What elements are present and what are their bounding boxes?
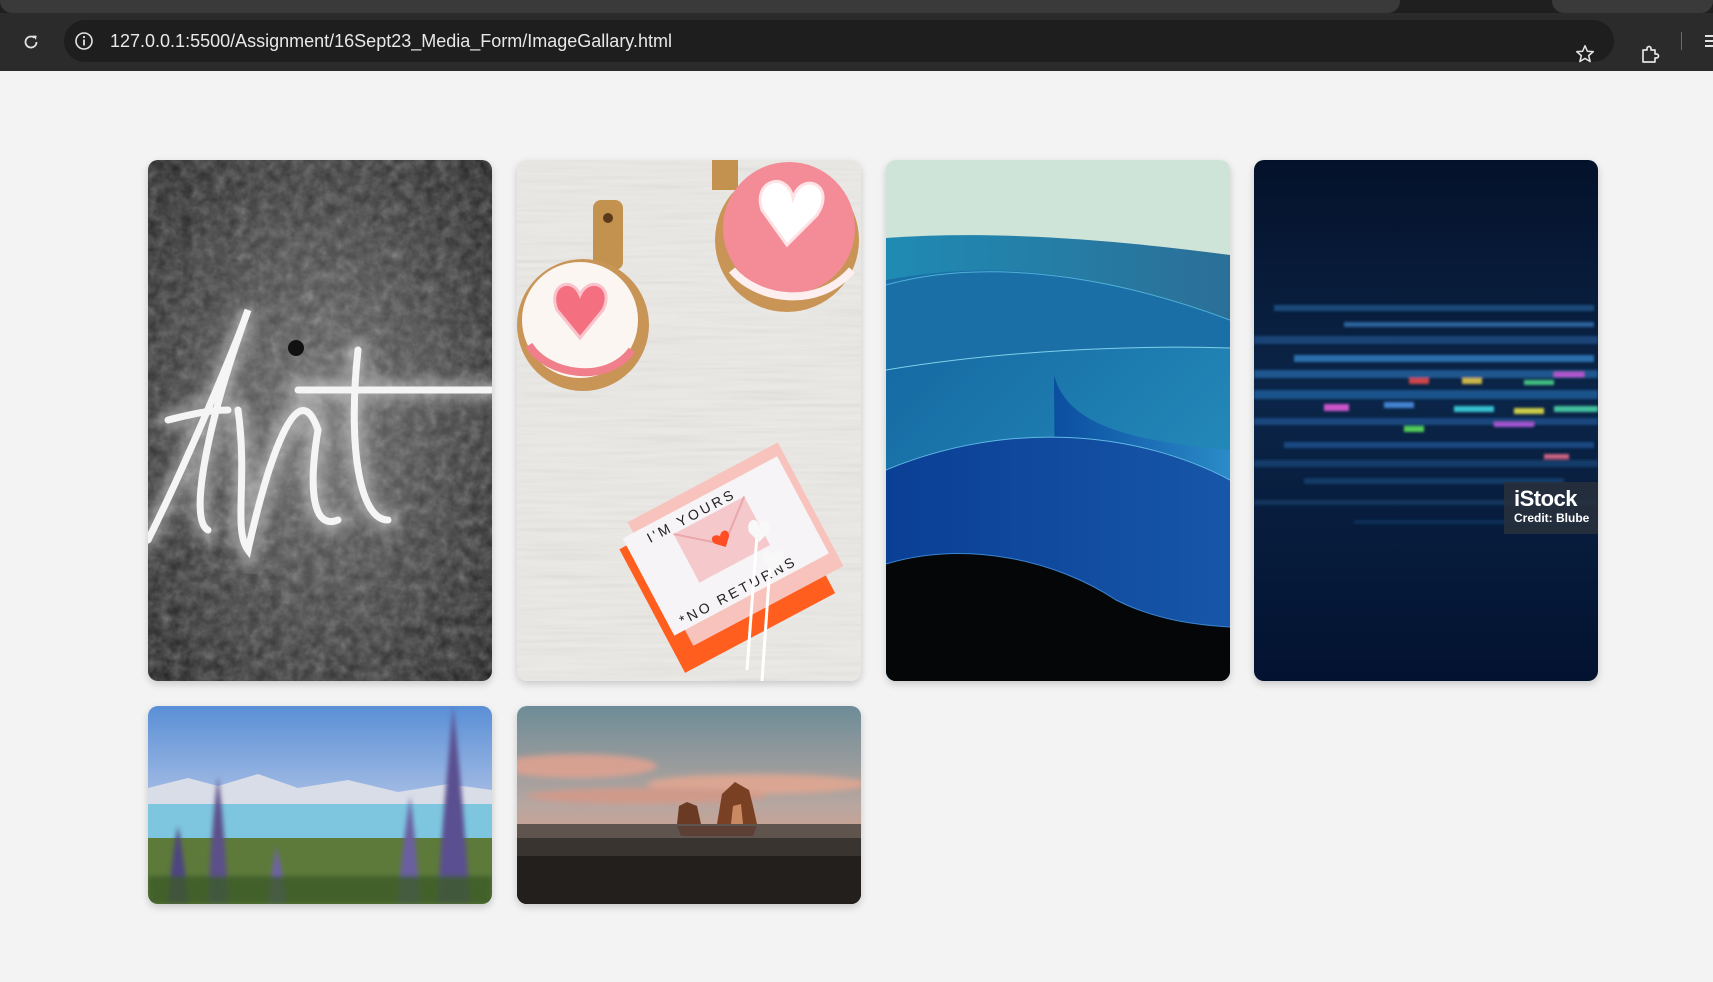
gallery-image-lake-lupines[interactable] [148, 706, 492, 904]
neon-art-image [148, 160, 492, 681]
gallery-image-cakes-valentine[interactable]: I'M YOURS *NO RETURNS [517, 160, 861, 681]
tab-strip [0, 0, 1713, 13]
digital-glitch-image [1254, 160, 1598, 681]
puzzle-icon [1642, 45, 1660, 63]
istock-logo: iStock [1514, 486, 1578, 511]
sunset-rocks-image [517, 706, 861, 904]
tab-strip-shape [0, 0, 1400, 13]
toolbar-divider [1681, 32, 1682, 50]
address-bar[interactable]: 127.0.0.1:5500/Assignment/16Sept23_Media… [64, 20, 1614, 62]
gallery-image-blue-waves[interactable] [886, 160, 1230, 681]
browser-toolbar: 127.0.0.1:5500/Assignment/16Sept23_Media… [0, 13, 1713, 71]
extensions-button[interactable] [1636, 40, 1664, 68]
tab-strip-shape-right [1552, 0, 1713, 13]
lake-lupines-image [148, 706, 492, 904]
gallery-image-digital-glitch[interactable]: iStock Credit: Blube [1254, 160, 1598, 681]
image-gallery: I'M YOURS *NO RETURNS iStock Credit: Blu… [0, 71, 1713, 982]
gallery-image-neon-art[interactable] [148, 160, 492, 681]
istock-watermark: iStock Credit: Blube [1504, 482, 1598, 534]
bookmark-button[interactable] [1572, 41, 1598, 67]
info-icon[interactable] [74, 31, 94, 51]
cakes-valentine-image: I'M YOURS *NO RETURNS [517, 160, 861, 681]
star-icon [1575, 44, 1595, 63]
url-text[interactable]: 127.0.0.1:5500/Assignment/16Sept23_Media… [110, 31, 672, 51]
menu-icon [1705, 35, 1713, 47]
istock-credit: Credit: Blube [1514, 511, 1590, 525]
reload-button[interactable] [18, 29, 44, 55]
gallery-image-sunset-rocks[interactable] [517, 706, 861, 904]
menu-button[interactable] [1703, 28, 1713, 54]
blue-waves-image [886, 160, 1230, 681]
reload-icon [24, 35, 38, 49]
